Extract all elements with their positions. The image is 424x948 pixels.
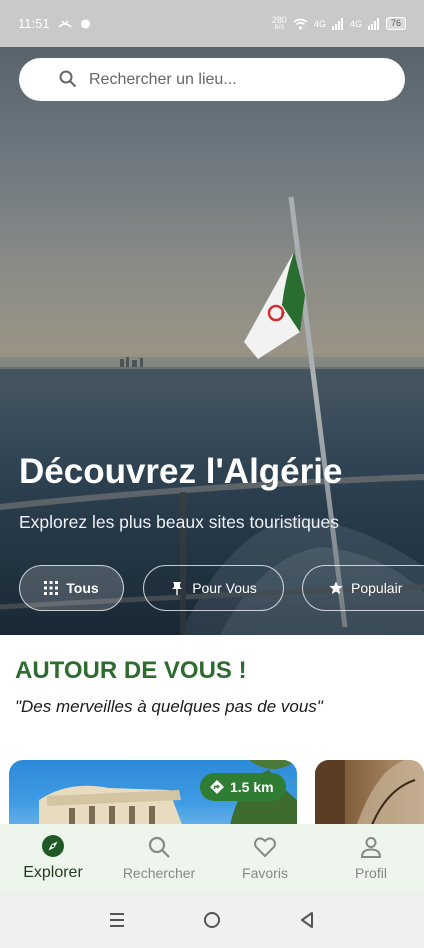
filter-chip-pour-vous[interactable]: Pour Vous (143, 565, 284, 611)
search-input[interactable] (89, 70, 389, 89)
compass-icon (42, 834, 64, 857)
network-type-1: 4G (313, 18, 326, 29)
nav-label: Rechercher (122, 864, 196, 881)
filter-chip-label: Populair (351, 580, 403, 596)
person-icon (360, 836, 382, 858)
nav-favoris[interactable]: Favoris (212, 824, 318, 891)
distance-value: 1.5 km (230, 779, 274, 795)
battery-indicator: 76 (385, 17, 406, 30)
nav-profil[interactable]: Profil (318, 824, 424, 891)
system-nav-bar (0, 891, 424, 948)
place-card[interactable] (315, 760, 424, 830)
signal-icon (367, 17, 379, 30)
nav-explorer[interactable]: Explorer (0, 824, 106, 891)
filter-chip-label: Tous (66, 580, 99, 596)
status-time: 11:51 (18, 16, 50, 31)
search-icon (59, 70, 77, 88)
bottom-nav: Explorer Rechercher Favoris Profil (0, 824, 424, 891)
back-icon[interactable] (297, 910, 317, 930)
star-icon (329, 581, 343, 594)
heart-icon (254, 837, 276, 857)
hero-subtitle: Explorez les plus beaux sites touristiqu… (19, 512, 340, 532)
data-speed: 280 (271, 14, 287, 25)
android-icon (80, 19, 90, 29)
filter-chip-tous[interactable]: Tous (19, 565, 124, 611)
network-type-2: 4G (349, 18, 362, 29)
nav-label: Profil (355, 864, 387, 881)
section-title: AUTOUR DE VOUS ! (15, 657, 247, 684)
filter-chip-label: Pour Vous (192, 580, 257, 596)
signal-icon (331, 17, 343, 30)
nav-rechercher[interactable]: Rechercher (106, 824, 212, 891)
status-bar: 11:51 280 B/S 4G 4G 76 (0, 0, 424, 47)
hero-banner (0, 47, 424, 635)
wifi-icon (293, 18, 308, 30)
missed-call-icon (58, 20, 72, 28)
search-icon (148, 836, 170, 858)
grid-icon (44, 581, 59, 595)
place-card-image (315, 760, 424, 830)
search-bar[interactable] (19, 58, 405, 101)
hero-title: Découvrez l'Algérie (19, 452, 343, 491)
nav-label: Favoris (242, 864, 288, 881)
nav-label: Explorer (23, 863, 83, 881)
section-subtitle: "Des merveilles à quelques pas de vous" (15, 697, 323, 716)
directions-icon (210, 780, 224, 794)
distance-badge: 1.5 km (200, 773, 286, 801)
data-unit: B/S (274, 24, 285, 31)
menu-icon[interactable] (107, 910, 127, 930)
pin-icon (172, 582, 183, 595)
filter-chip-populaire[interactable]: Populair (302, 565, 424, 611)
home-icon[interactable] (202, 910, 222, 930)
